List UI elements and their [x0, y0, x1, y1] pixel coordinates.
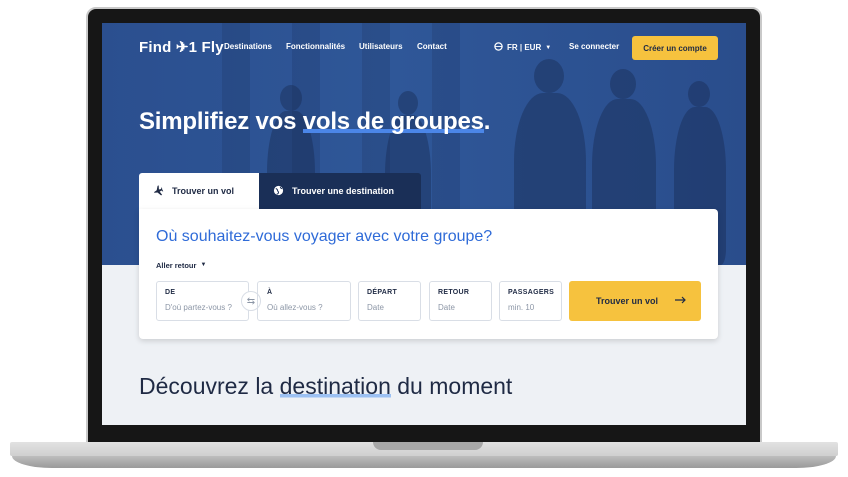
caret-down-icon: ▼ [545, 44, 552, 51]
origin-field[interactable]: DE D'où partez-vous ? [156, 281, 249, 321]
departure-date-field[interactable]: DÉPART Date [358, 281, 421, 321]
nav-link-fonctionnalites[interactable]: Fonctionnalités [286, 42, 345, 51]
tab-find-flight-label: Trouver un vol [172, 186, 235, 196]
return-label: RETOUR [438, 289, 470, 296]
discover-text: Découvrez la [139, 373, 280, 399]
nav-link-destinations[interactable]: Destinations [224, 42, 272, 51]
language-currency-label: FR | EUR [507, 43, 542, 52]
arrow-right-icon [675, 296, 687, 306]
tab-find-destination-label: Trouver une destination [292, 186, 395, 196]
tab-find-flight[interactable]: Trouver un vol [139, 173, 259, 209]
return-placeholder: Date [438, 303, 455, 312]
globe-icon [273, 185, 284, 198]
laptop-notch [373, 442, 483, 450]
tab-find-destination[interactable]: Trouver une destination [259, 173, 421, 209]
destination-field[interactable]: À Où allez-vous ? [257, 281, 351, 321]
trip-type-label: Aller retour [156, 261, 197, 270]
website-screen: Find ✈1 Fly Destinations Fonctionnalités… [102, 23, 746, 425]
hero-headline: Simplifiez vos vols de groupes. [139, 108, 490, 136]
return-date-field[interactable]: RETOUR Date [429, 281, 492, 321]
laptop-base-edge [12, 456, 836, 468]
passengers-placeholder: min. 10 [508, 303, 535, 312]
nav-link-utilisateurs[interactable]: Utilisateurs [359, 42, 403, 51]
discover-heading: Découvrez la destination du moment [139, 373, 512, 400]
brand-logo[interactable]: Find ✈1 Fly [139, 38, 224, 56]
destination-label: À [267, 289, 273, 296]
headline-end: . [483, 108, 491, 135]
nav-link-contact[interactable]: Contact [417, 42, 447, 51]
passengers-label: PASSAGERS [508, 289, 555, 296]
bg-person-head [688, 81, 710, 107]
plane-icon [153, 184, 164, 198]
bg-person-head [610, 69, 636, 99]
language-currency-selector[interactable]: FR | EUR ▼ [494, 42, 551, 53]
globe-icon [494, 42, 503, 53]
find-flight-button-label: Trouver un vol [596, 296, 659, 306]
discover-end: du moment [390, 373, 513, 399]
caret-down-icon: ▼ [200, 262, 207, 268]
departure-label: DÉPART [367, 289, 398, 296]
trip-type-dropdown[interactable]: Aller retour ▼ [156, 261, 206, 270]
flight-search-card: Où souhaitez-vous voyager avec votre gro… [139, 209, 718, 339]
laptop-mockup: Find ✈1 Fly Destinations Fonctionnalités… [0, 0, 848, 477]
headline-highlight: vols de groupes [302, 108, 484, 135]
destination-placeholder: Où allez-vous ? [267, 303, 323, 312]
top-nav: Find ✈1 Fly Destinations Fonctionnalités… [102, 23, 746, 71]
login-link[interactable]: Se connecter [569, 42, 619, 51]
search-question: Où souhaitez-vous voyager avec votre gro… [156, 228, 493, 245]
passengers-field[interactable]: PASSAGERS min. 10 [499, 281, 562, 321]
create-account-button[interactable]: Créer un compte [632, 36, 718, 60]
departure-placeholder: Date [367, 303, 384, 312]
origin-placeholder: D'où partez-vous ? [165, 303, 232, 312]
search-tabs: Trouver un vol Trouver une destination [139, 173, 421, 209]
headline-text: Simplifiez vos [139, 108, 303, 135]
discover-highlight: destination [279, 373, 391, 399]
find-flight-button[interactable]: Trouver un vol [569, 281, 701, 321]
origin-label: DE [165, 289, 176, 296]
